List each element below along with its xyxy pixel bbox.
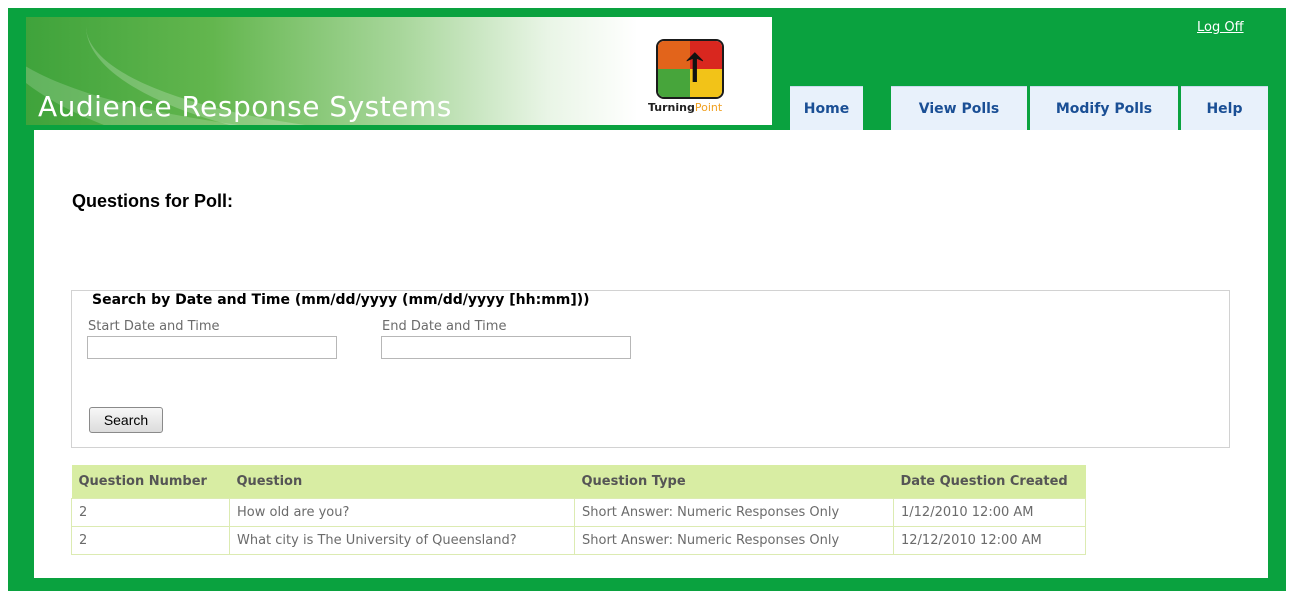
tab-home[interactable]: Home: [790, 86, 863, 130]
search-legend: Search by Date and Time (mm/dd/yyyy (mm/…: [87, 292, 595, 308]
header-banner: Audience Response Systems ↑ TurningPoint: [26, 17, 772, 125]
column-header-question: Question: [229, 465, 575, 499]
app-title: Audience Response Systems: [38, 90, 452, 123]
tab-help[interactable]: Help: [1181, 86, 1268, 130]
table-header-row: Question Number Question Question Type D…: [71, 465, 1086, 499]
cell-date-created: 12/12/2010 12:00 AM: [893, 526, 1086, 555]
cell-question-type: Short Answer: Numeric Responses Only: [574, 498, 894, 527]
page-title: Questions for Poll:: [72, 191, 234, 211]
start-date-label: Start Date and Time: [88, 319, 220, 334]
column-header-date-created: Date Question Created: [893, 465, 1086, 499]
column-header-question-type: Question Type: [574, 465, 894, 499]
cell-question-number: 2: [71, 498, 230, 527]
log-off-link[interactable]: Log Off: [1197, 20, 1244, 35]
logo-arrow-icon: ↑: [678, 45, 712, 92]
questions-table: Question Number Question Question Type D…: [71, 465, 1086, 555]
column-header-question-number: Question Number: [71, 465, 230, 499]
cell-question: How old are you?: [229, 498, 575, 527]
end-date-label: End Date and Time: [382, 319, 507, 334]
turningpoint-logo-text: TurningPoint: [648, 101, 722, 114]
cell-date-created: 1/12/2010 12:00 AM: [893, 498, 1086, 527]
end-date-input[interactable]: [381, 336, 631, 359]
search-button[interactable]: Search: [89, 407, 163, 433]
cell-question: What city is The University of Queenslan…: [229, 526, 575, 555]
cell-question-type: Short Answer: Numeric Responses Only: [574, 526, 894, 555]
table-row: 2 How old are you? Short Answer: Numeric…: [71, 498, 1086, 527]
start-date-input[interactable]: [87, 336, 337, 359]
tab-modify-polls[interactable]: Modify Polls: [1030, 86, 1178, 130]
table-row: 2 What city is The University of Queensl…: [71, 526, 1086, 555]
cell-question-number: 2: [71, 526, 230, 555]
tab-view-polls[interactable]: View Polls: [891, 86, 1027, 130]
logo-text-bold: Turning: [648, 101, 695, 114]
search-fieldset: [71, 290, 1230, 448]
turningpoint-logo-icon: ↑: [656, 39, 724, 99]
logo-text-light: Point: [694, 101, 723, 114]
